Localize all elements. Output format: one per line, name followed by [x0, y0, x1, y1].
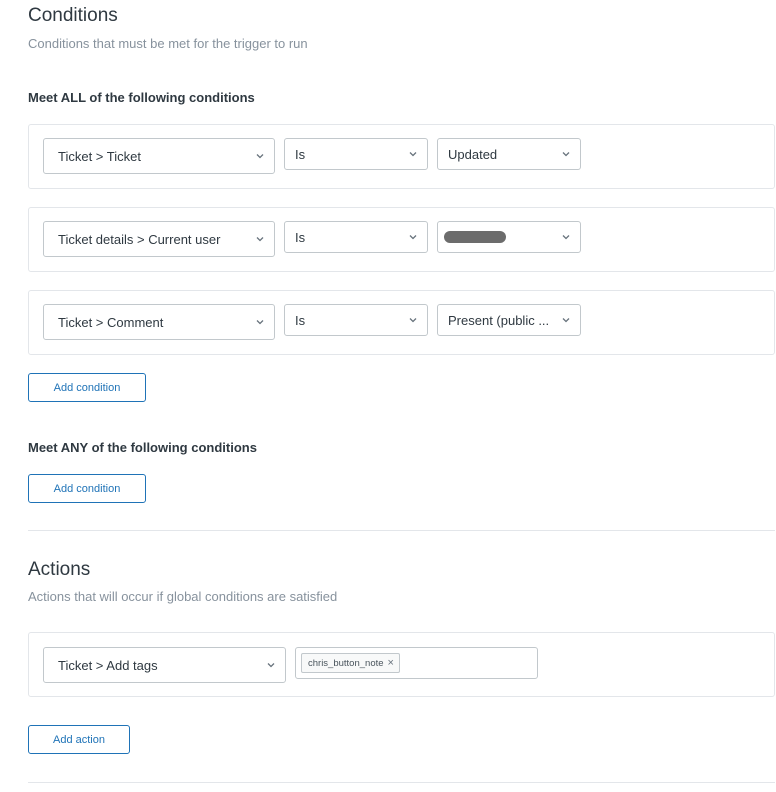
- condition-operator-value: Is: [295, 146, 306, 162]
- condition-operator-value: Is: [295, 312, 306, 328]
- condition-value-select[interactable]: [437, 221, 581, 253]
- condition-value: Updated: [448, 146, 498, 162]
- condition-field-value: Ticket > Ticket: [58, 148, 141, 164]
- close-icon[interactable]: ×: [388, 657, 394, 669]
- actions-title: Actions: [28, 559, 91, 580]
- action-field-select[interactable]: Ticket > Add tags: [43, 647, 286, 683]
- section-divider: [28, 782, 775, 783]
- add-action-button[interactable]: Add action: [28, 725, 130, 754]
- condition-operator-select[interactable]: Is: [284, 138, 428, 170]
- chevron-down-icon: [561, 149, 571, 159]
- condition-field-value: Ticket details > Current user: [58, 231, 221, 247]
- meet-all-heading: Meet ALL of the following conditions: [28, 90, 255, 105]
- chevron-down-icon: [408, 232, 418, 242]
- conditions-title: Conditions: [28, 5, 118, 26]
- condition-field-select[interactable]: Ticket details > Current user: [43, 221, 275, 257]
- chevron-down-icon: [266, 660, 276, 670]
- conditions-subtitle: Conditions that must be met for the trig…: [28, 36, 308, 51]
- redaction-bar: [444, 231, 506, 243]
- actions-subtitle: Actions that will occur if global condit…: [28, 589, 338, 604]
- condition-operator-value: Is: [295, 229, 306, 245]
- meet-any-heading: Meet ANY of the following conditions: [28, 440, 257, 455]
- chevron-down-icon: [255, 234, 265, 244]
- condition-field-select[interactable]: Ticket > Comment: [43, 304, 275, 340]
- tag-label: chris_button_note: [308, 657, 384, 669]
- condition-value: Present (public ...: [448, 312, 550, 328]
- chevron-down-icon: [408, 149, 418, 159]
- tag-chip: chris_button_note ×: [301, 653, 400, 673]
- tags-input[interactable]: chris_button_note ×: [295, 647, 538, 679]
- chevron-down-icon: [255, 151, 265, 161]
- condition-operator-select[interactable]: Is: [284, 304, 428, 336]
- chevron-down-icon: [561, 315, 571, 325]
- add-condition-all-button[interactable]: Add condition: [28, 373, 146, 402]
- condition-field-value: Ticket > Comment: [58, 314, 164, 330]
- condition-field-select[interactable]: Ticket > Ticket: [43, 138, 275, 174]
- chevron-down-icon: [561, 232, 571, 242]
- condition-value-select[interactable]: Present (public ...: [437, 304, 581, 336]
- action-field-value: Ticket > Add tags: [58, 657, 158, 673]
- section-divider: [28, 530, 775, 531]
- condition-operator-select[interactable]: Is: [284, 221, 428, 253]
- chevron-down-icon: [408, 315, 418, 325]
- condition-value-select[interactable]: Updated: [437, 138, 581, 170]
- add-condition-any-button[interactable]: Add condition: [28, 474, 146, 503]
- chevron-down-icon: [255, 317, 265, 327]
